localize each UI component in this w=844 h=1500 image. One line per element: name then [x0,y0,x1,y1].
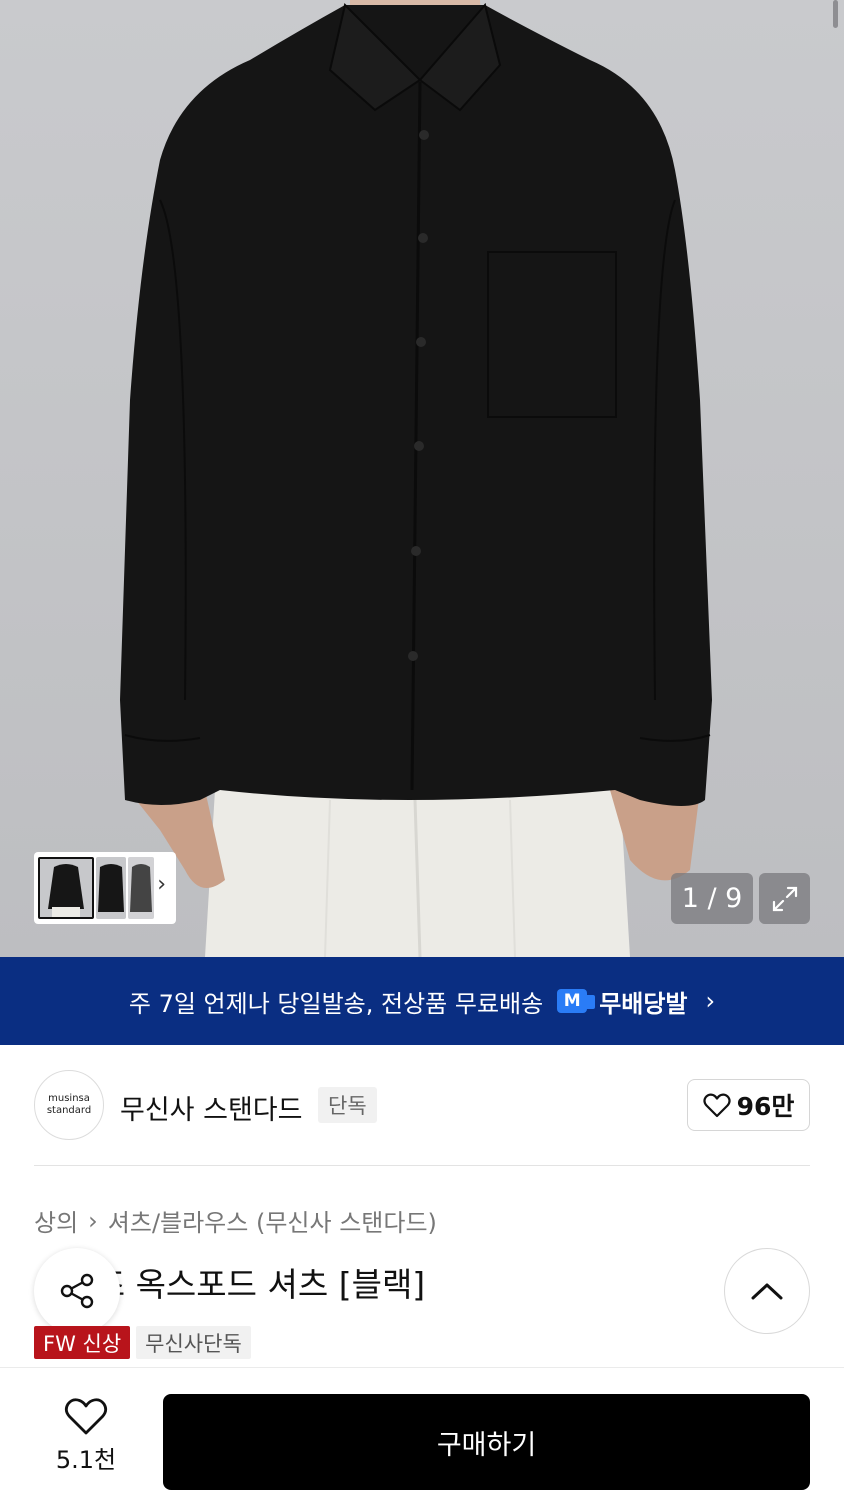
brand-like-button[interactable]: 96만 [687,1079,810,1131]
scroll-top-button[interactable] [724,1248,810,1334]
breadcrumb-category[interactable]: 상의 [34,1203,78,1238]
product-image-gallery[interactable]: › 1 / 9 [0,0,844,957]
exclusive-badge: 단독 [318,1087,377,1123]
wishlist-button[interactable]: 5.1천 [34,1396,138,1480]
thumbnail-strip[interactable]: › [34,852,176,924]
share-icon [60,1273,94,1309]
chevron-up-icon [751,1283,783,1300]
chevron-right-icon: › [88,1206,98,1235]
heart-icon [702,1093,731,1118]
expand-icon [772,886,797,911]
share-button[interactable] [34,1248,120,1334]
new-arrival-tag: FW 신상 [34,1326,131,1359]
brand-logo-line1: musinsa [48,1093,90,1104]
scrollbar-thumb[interactable] [833,0,838,28]
heart-icon [64,1398,108,1435]
chevron-right-icon[interactable]: › [157,874,166,896]
product-tags: FW 신상 무신사단독 [34,1326,251,1359]
thumbnail-3[interactable] [128,857,154,919]
shipping-banner[interactable]: 주 7일 언제나 당일발송, 전상품 무료배송 M 무배당발 › [0,957,844,1045]
bottom-action-bar: 5.1천 구매하기 [0,1367,844,1500]
truck-icon: M [557,989,596,1013]
buy-button[interactable]: 구매하기 [163,1394,810,1490]
brand-logo[interactable]: musinsa standard [34,1070,104,1140]
chevron-right-icon: › [705,987,716,1015]
banner-text: 주 7일 언제나 당일발송, 전상품 무료배송 [128,989,544,1018]
breadcrumb: 상의 › 셔츠/블라우스 (무신사 스탠다드) [34,1203,437,1238]
exclusive-tag: 무신사단독 [136,1326,251,1359]
thumbnail-2[interactable] [96,857,126,919]
thumbnail-1[interactable] [38,857,94,919]
free-shipping-badge: M 무배당발 [557,984,688,1019]
brand-like-count: 96만 [736,1092,795,1121]
badge-label: 무배당발 [599,989,688,1018]
image-counter: 1 / 9 [671,873,753,924]
brand-logo-line2: standard [46,1105,92,1116]
brand-name-link[interactable]: 무신사 스탠다드 [120,1088,302,1127]
divider [34,1165,810,1166]
brand-row: musinsa standard 무신사 스탠다드 단독 96만 [34,1070,810,1142]
breadcrumb-subcategory[interactable]: 셔츠/블라우스 (무신사 스탠다드) [108,1203,437,1238]
expand-button[interactable] [759,873,810,924]
product-photo [120,0,712,957]
wishlist-count: 5.1천 [55,1446,117,1474]
